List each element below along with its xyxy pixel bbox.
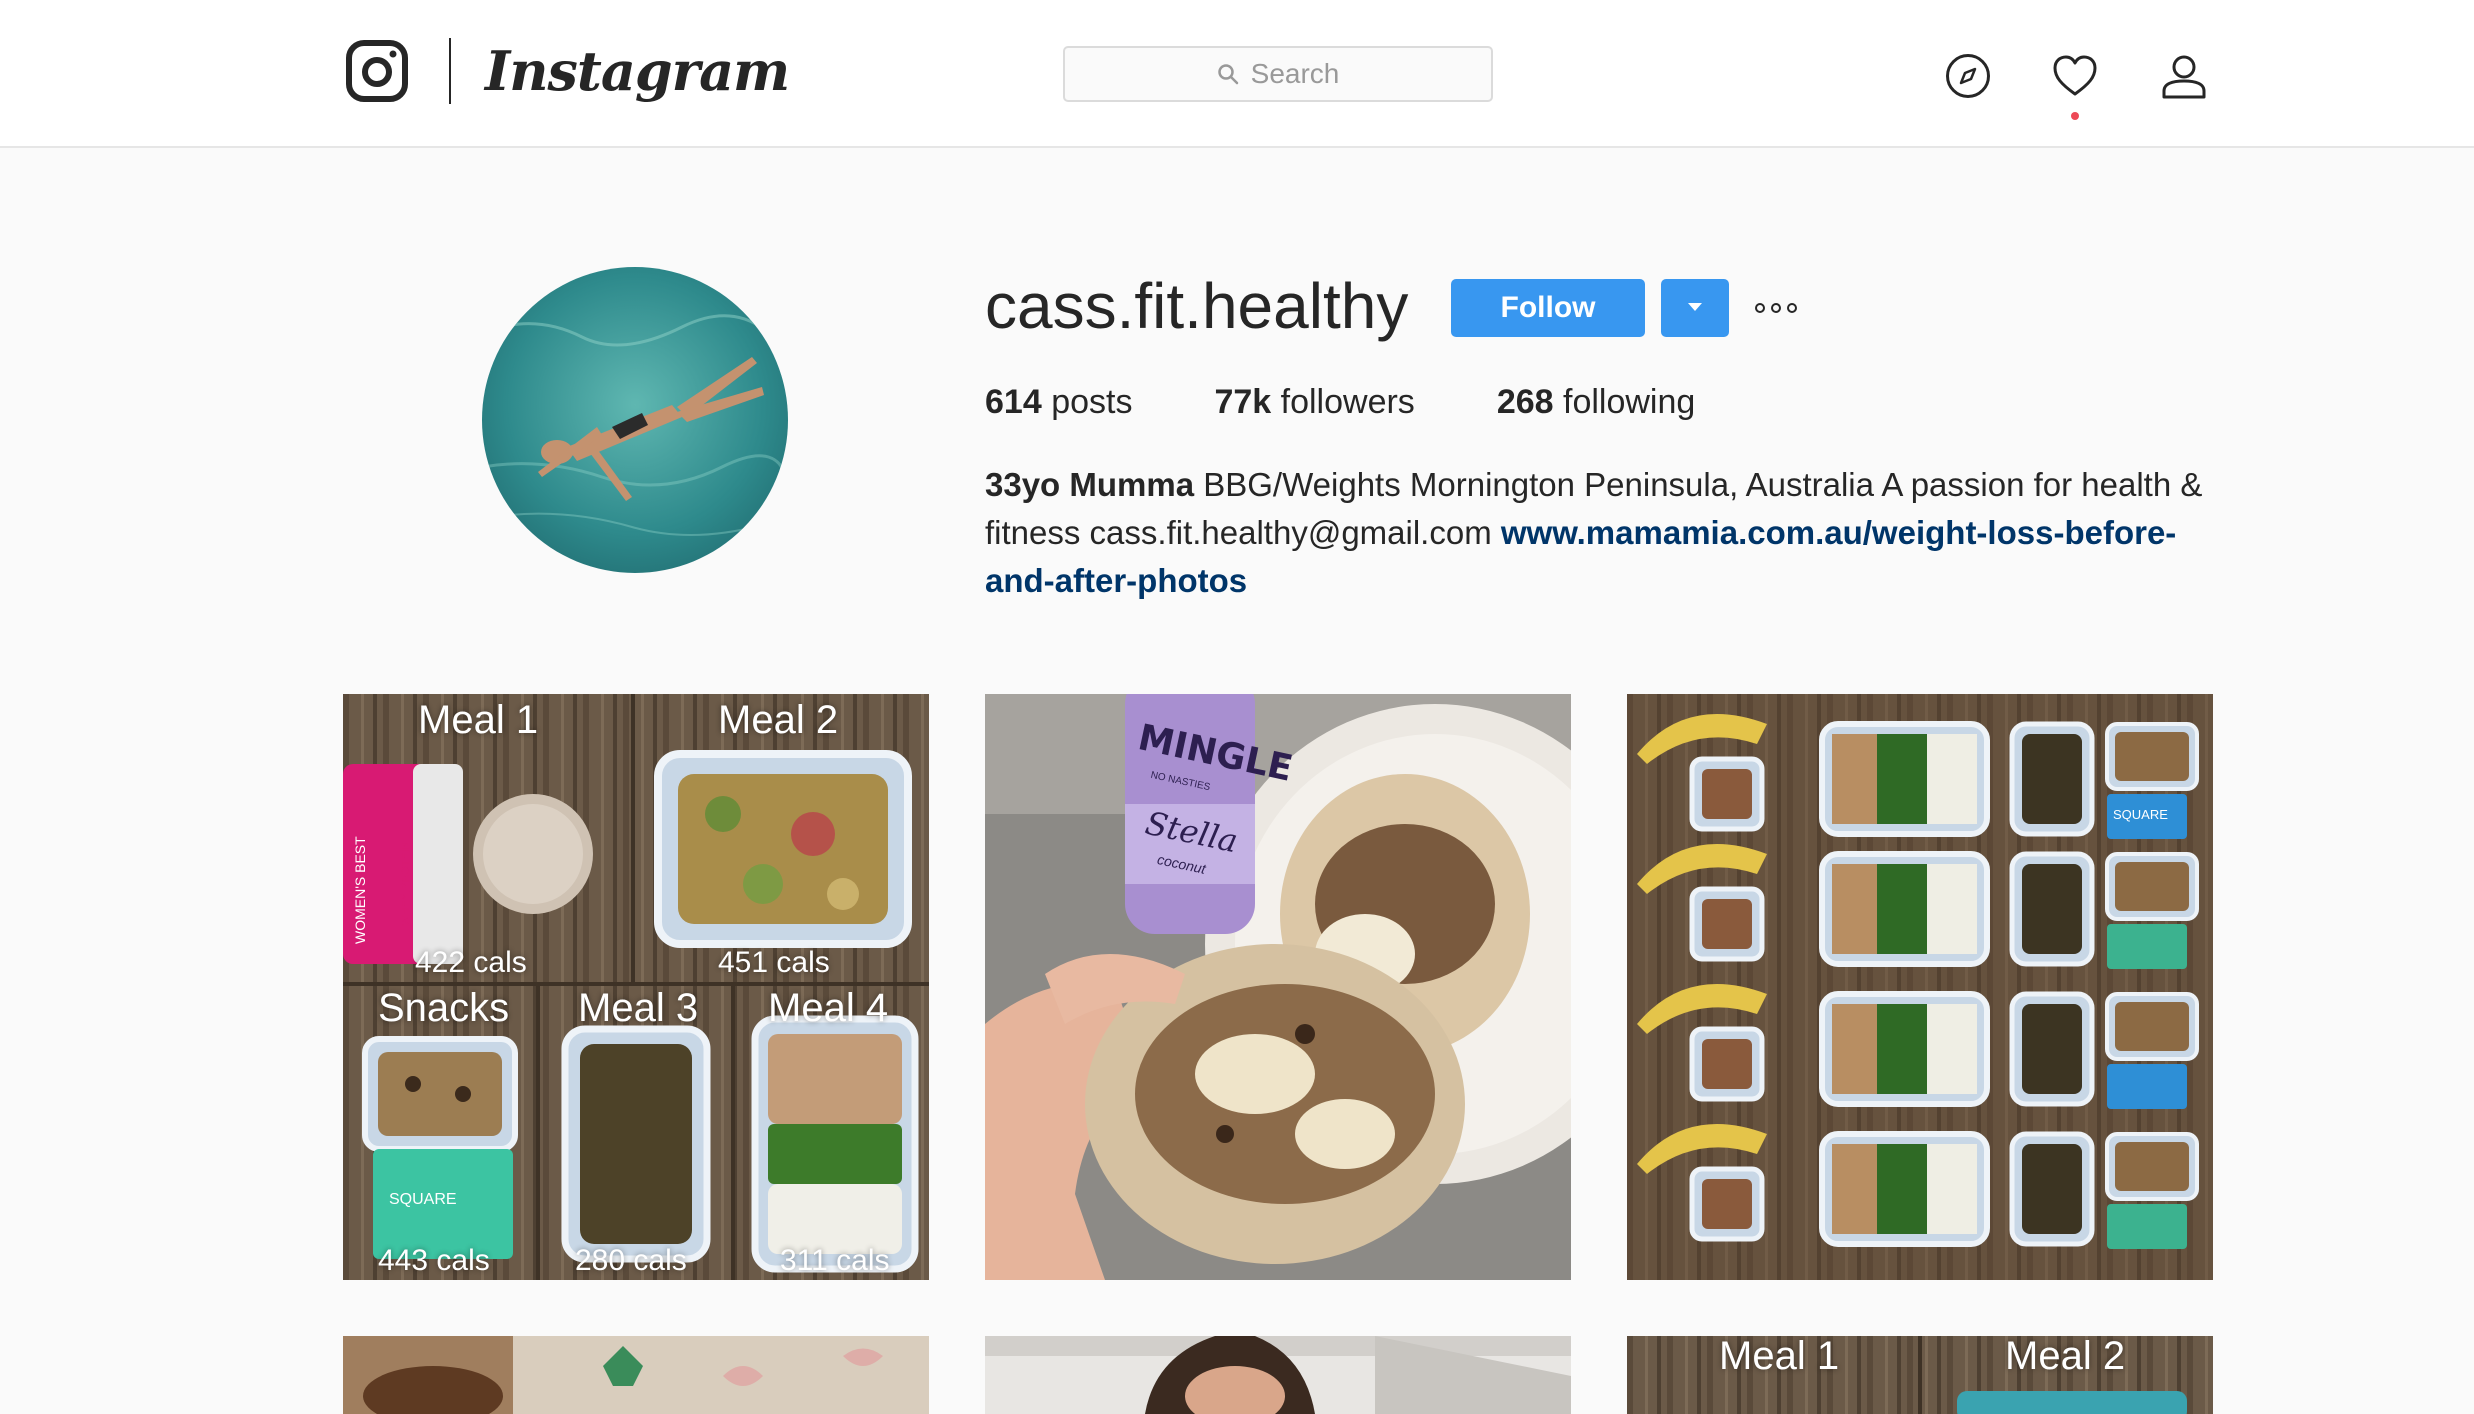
post-tile[interactable]: SQUARE bbox=[1627, 694, 2213, 1280]
product-label-womens-best: WOMEN'S BEST bbox=[352, 836, 368, 944]
more-options-dot bbox=[1755, 303, 1765, 313]
posts-stat: 614 posts bbox=[985, 383, 1133, 421]
follow-button[interactable]: Follow bbox=[1451, 279, 1645, 337]
search-input[interactable]: Search bbox=[1063, 46, 1493, 102]
profile-bio: 33yo Mumma BBG/Weights Mornington Penins… bbox=[985, 461, 2225, 605]
search-placeholder: Search bbox=[1250, 58, 1340, 89]
more-options-dot bbox=[1771, 303, 1781, 313]
post-tile[interactable] bbox=[985, 1336, 1571, 1414]
post-calories-meal-3: 280 cals bbox=[575, 1244, 687, 1277]
instagram-glyph-icon[interactable] bbox=[345, 39, 409, 103]
suggested-accounts-dropdown-button[interactable] bbox=[1661, 279, 1729, 337]
caret-down-icon bbox=[1688, 302, 1702, 311]
followers-stat[interactable]: 77k followers bbox=[1214, 380, 1414, 424]
compass-icon[interactable] bbox=[1944, 52, 1992, 100]
search-icon bbox=[1217, 64, 1238, 85]
post-tile[interactable]: Meal 1 Meal 2 bbox=[1627, 1336, 2213, 1414]
profile-avatar[interactable] bbox=[482, 267, 788, 573]
post-calories-meal-4: 311 cals bbox=[780, 1244, 890, 1277]
product-label-square: SQUARE bbox=[2113, 807, 2168, 822]
post-calories-snacks: 443 cals bbox=[378, 1244, 490, 1277]
post-label-meal-1: Meal 1 bbox=[1719, 1336, 1840, 1378]
profile-username: cass.fit.healthy bbox=[985, 270, 1409, 342]
more-options-button[interactable] bbox=[1755, 296, 1811, 320]
post-tile[interactable]: Meal 1 Meal 2 422 cals 451 cals Snacks M… bbox=[343, 694, 929, 1280]
post-tile[interactable] bbox=[343, 1336, 929, 1414]
post-tile[interactable]: MINGLE NO NASTIES Stella coconut bbox=[985, 694, 1571, 1280]
instagram-wordmark[interactable]: Instagram bbox=[485, 36, 790, 106]
logo-divider bbox=[449, 38, 451, 104]
post-label-meal-4: Meal 4 bbox=[768, 986, 889, 1030]
product-label-whey-protein: WHEY PROTEIN bbox=[400, 841, 412, 926]
post-label-snacks: Snacks bbox=[378, 986, 510, 1030]
top-navigation-bar: Instagram Search bbox=[0, 0, 2474, 148]
profile-stats: 614 posts 77k followers 268 following bbox=[985, 380, 1777, 424]
notification-dot bbox=[2071, 112, 2079, 120]
product-label-square: SQUARE bbox=[389, 1191, 457, 1208]
user-icon[interactable] bbox=[2160, 52, 2208, 100]
heart-icon[interactable] bbox=[2051, 52, 2099, 100]
bio-full-name: 33yo Mumma bbox=[985, 466, 1195, 503]
post-label-meal-3: Meal 3 bbox=[578, 986, 699, 1030]
post-label-meal-2: Meal 2 bbox=[718, 698, 839, 742]
post-calories-meal-1: 422 cals bbox=[415, 946, 527, 979]
following-stat[interactable]: 268 following bbox=[1497, 380, 1696, 424]
post-label-meal-1: Meal 1 bbox=[418, 698, 539, 742]
post-calories-meal-2: 451 cals bbox=[718, 946, 830, 979]
post-label-meal-2: Meal 2 bbox=[2005, 1336, 2126, 1378]
more-options-dot bbox=[1787, 303, 1797, 313]
